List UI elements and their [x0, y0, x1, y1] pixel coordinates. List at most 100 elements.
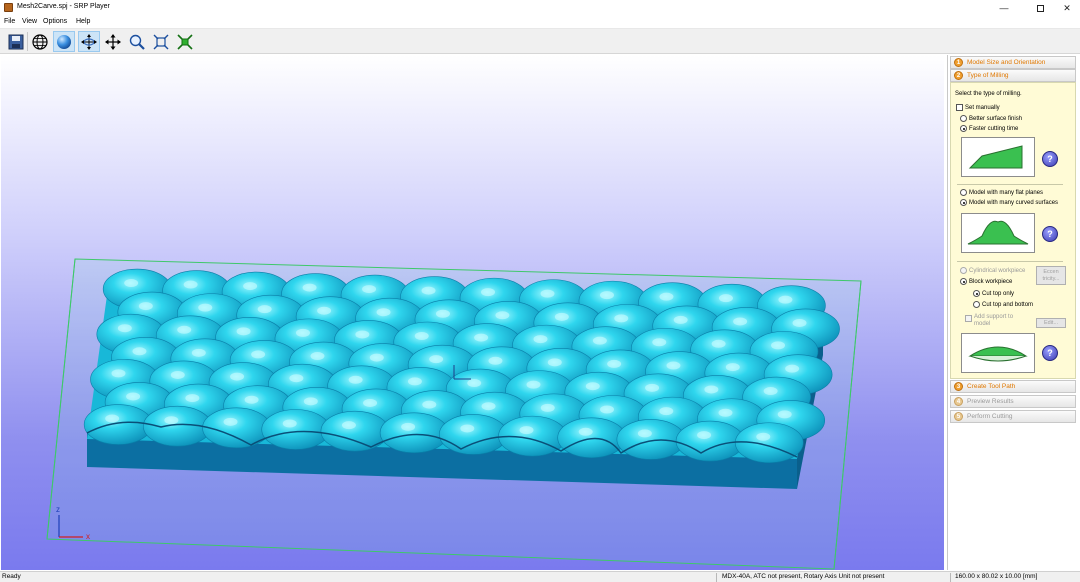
- dome-highlight: [289, 374, 304, 383]
- section-label: Type of Milling: [967, 72, 1009, 79]
- 3d-viewport[interactable]: z x: [1, 55, 944, 570]
- dome-highlight: [659, 407, 674, 416]
- pan-button[interactable]: [102, 31, 124, 52]
- pan-icon: [105, 33, 121, 50]
- block-workpiece-radio[interactable]: [960, 278, 967, 285]
- better-finish-radio[interactable]: [960, 115, 967, 122]
- dome-highlight: [659, 292, 674, 301]
- app-icon: [4, 3, 13, 12]
- menu-options[interactable]: Options: [43, 18, 67, 25]
- cylindrical-radio[interactable]: [960, 267, 967, 274]
- rotate-button[interactable]: [78, 31, 100, 52]
- step-badge: 2: [954, 71, 963, 80]
- dome: [379, 412, 449, 454]
- milling-prompt: Select the type of milling.: [955, 91, 1022, 97]
- section-label: Create Tool Path: [967, 383, 1016, 390]
- shaded-view-button[interactable]: [53, 31, 75, 52]
- dome-highlight: [778, 295, 793, 304]
- flat-planes-label: Model with many flat planes: [969, 190, 1044, 196]
- reset-view-button[interactable]: [174, 31, 196, 52]
- dome-highlight: [355, 330, 370, 339]
- dome-highlight: [111, 369, 126, 378]
- help-button[interactable]: ?: [1042, 345, 1058, 361]
- dome-highlight: [481, 288, 496, 297]
- set-manually-checkbox[interactable]: [956, 104, 963, 111]
- step-badge: 4: [954, 397, 963, 406]
- curved-surfaces-radio[interactable]: [960, 199, 967, 206]
- dome-highlight: [407, 377, 422, 386]
- edit-support-button[interactable]: Edit...: [1036, 318, 1066, 328]
- surface-preview-image: [961, 213, 1035, 253]
- cut-top-only-label: Cut top only: [982, 291, 1015, 297]
- dome-highlight: [302, 283, 317, 292]
- menu-help[interactable]: Help: [76, 18, 90, 25]
- dome-highlight: [138, 302, 153, 311]
- eccentricity-label-1: Eccen: [1043, 269, 1059, 275]
- dome-highlight: [600, 405, 615, 414]
- section-preview-results[interactable]: 4 Preview Results: [950, 395, 1076, 408]
- dome-highlight: [725, 363, 740, 372]
- dome: [439, 414, 508, 455]
- dome-highlight: [785, 364, 800, 373]
- dome-highlight: [460, 424, 475, 433]
- status-machine: MDX-40A, ATC not present, Rotary Axis Un…: [722, 573, 885, 580]
- dome-highlight: [369, 353, 384, 362]
- save-icon: [8, 34, 24, 49]
- section-type-of-milling[interactable]: 2 Type of Milling: [950, 69, 1076, 82]
- dome-highlight: [191, 348, 206, 357]
- step-badge: 5: [954, 412, 963, 421]
- reset-view-icon: [177, 33, 193, 50]
- status-separator: [950, 573, 951, 582]
- minimize-button[interactable]: —: [989, 0, 1019, 16]
- dome-highlight: [429, 355, 444, 364]
- dome: [261, 409, 331, 450]
- dome-highlight: [718, 294, 733, 303]
- z-axis-label: z: [56, 505, 60, 514]
- dome-highlight: [348, 375, 363, 384]
- dome-highlight: [132, 347, 147, 356]
- menu-view[interactable]: View: [22, 18, 37, 25]
- dome-highlight: [257, 305, 272, 314]
- dome-highlight: [756, 432, 771, 441]
- cut-top-only-radio[interactable]: [973, 290, 980, 297]
- dome-highlight: [170, 370, 185, 379]
- help-button[interactable]: ?: [1042, 151, 1058, 167]
- section-model-size[interactable]: 1 Model Size and Orientation: [950, 56, 1076, 69]
- flat-planes-radio[interactable]: [960, 189, 967, 196]
- section-label: Model Size and Orientation: [967, 59, 1046, 66]
- dome-highlight: [733, 317, 748, 326]
- save-button[interactable]: [5, 31, 27, 52]
- dome-highlight: [223, 417, 238, 426]
- dome-highlight: [711, 339, 726, 348]
- fit-view-button[interactable]: [150, 31, 172, 52]
- dome-highlight: [126, 392, 141, 401]
- wireframe-view-button[interactable]: [29, 31, 51, 52]
- slope-profile-icon: [968, 145, 1023, 169]
- faster-cutting-radio[interactable]: [960, 125, 967, 132]
- divider: [957, 261, 1063, 262]
- zoom-button[interactable]: [126, 31, 148, 52]
- dome: [320, 410, 390, 452]
- menu-file[interactable]: File: [4, 18, 15, 25]
- dome-highlight: [295, 328, 310, 337]
- status-ready: Ready: [2, 573, 21, 580]
- dome-highlight: [697, 431, 712, 440]
- cut-top-bottom-radio[interactable]: [973, 301, 980, 308]
- maximize-button[interactable]: [1025, 0, 1055, 16]
- dome-highlight: [467, 379, 482, 388]
- dome-highlight: [666, 361, 681, 370]
- section-create-tool-path[interactable]: 3 Create Tool Path: [950, 380, 1076, 393]
- dome-highlight: [495, 311, 510, 320]
- dome-highlight: [317, 306, 332, 315]
- close-button[interactable]: ✕: [1052, 0, 1080, 16]
- milling-panel: 1 Model Size and Orientation 2 Type of M…: [947, 55, 1077, 570]
- help-button[interactable]: ?: [1042, 226, 1058, 242]
- maximize-icon: [1036, 5, 1044, 13]
- x-axis-label: x: [86, 532, 90, 541]
- section-perform-cutting[interactable]: 5 Perform Cutting: [950, 410, 1076, 423]
- add-support-checkbox[interactable]: [965, 315, 972, 322]
- cut-top-bottom-label: Cut top and bottom: [982, 302, 1034, 308]
- dome-highlight: [435, 309, 450, 318]
- dome-highlight: [236, 327, 251, 336]
- eccentricity-button[interactable]: Eccen tricity...: [1036, 266, 1066, 285]
